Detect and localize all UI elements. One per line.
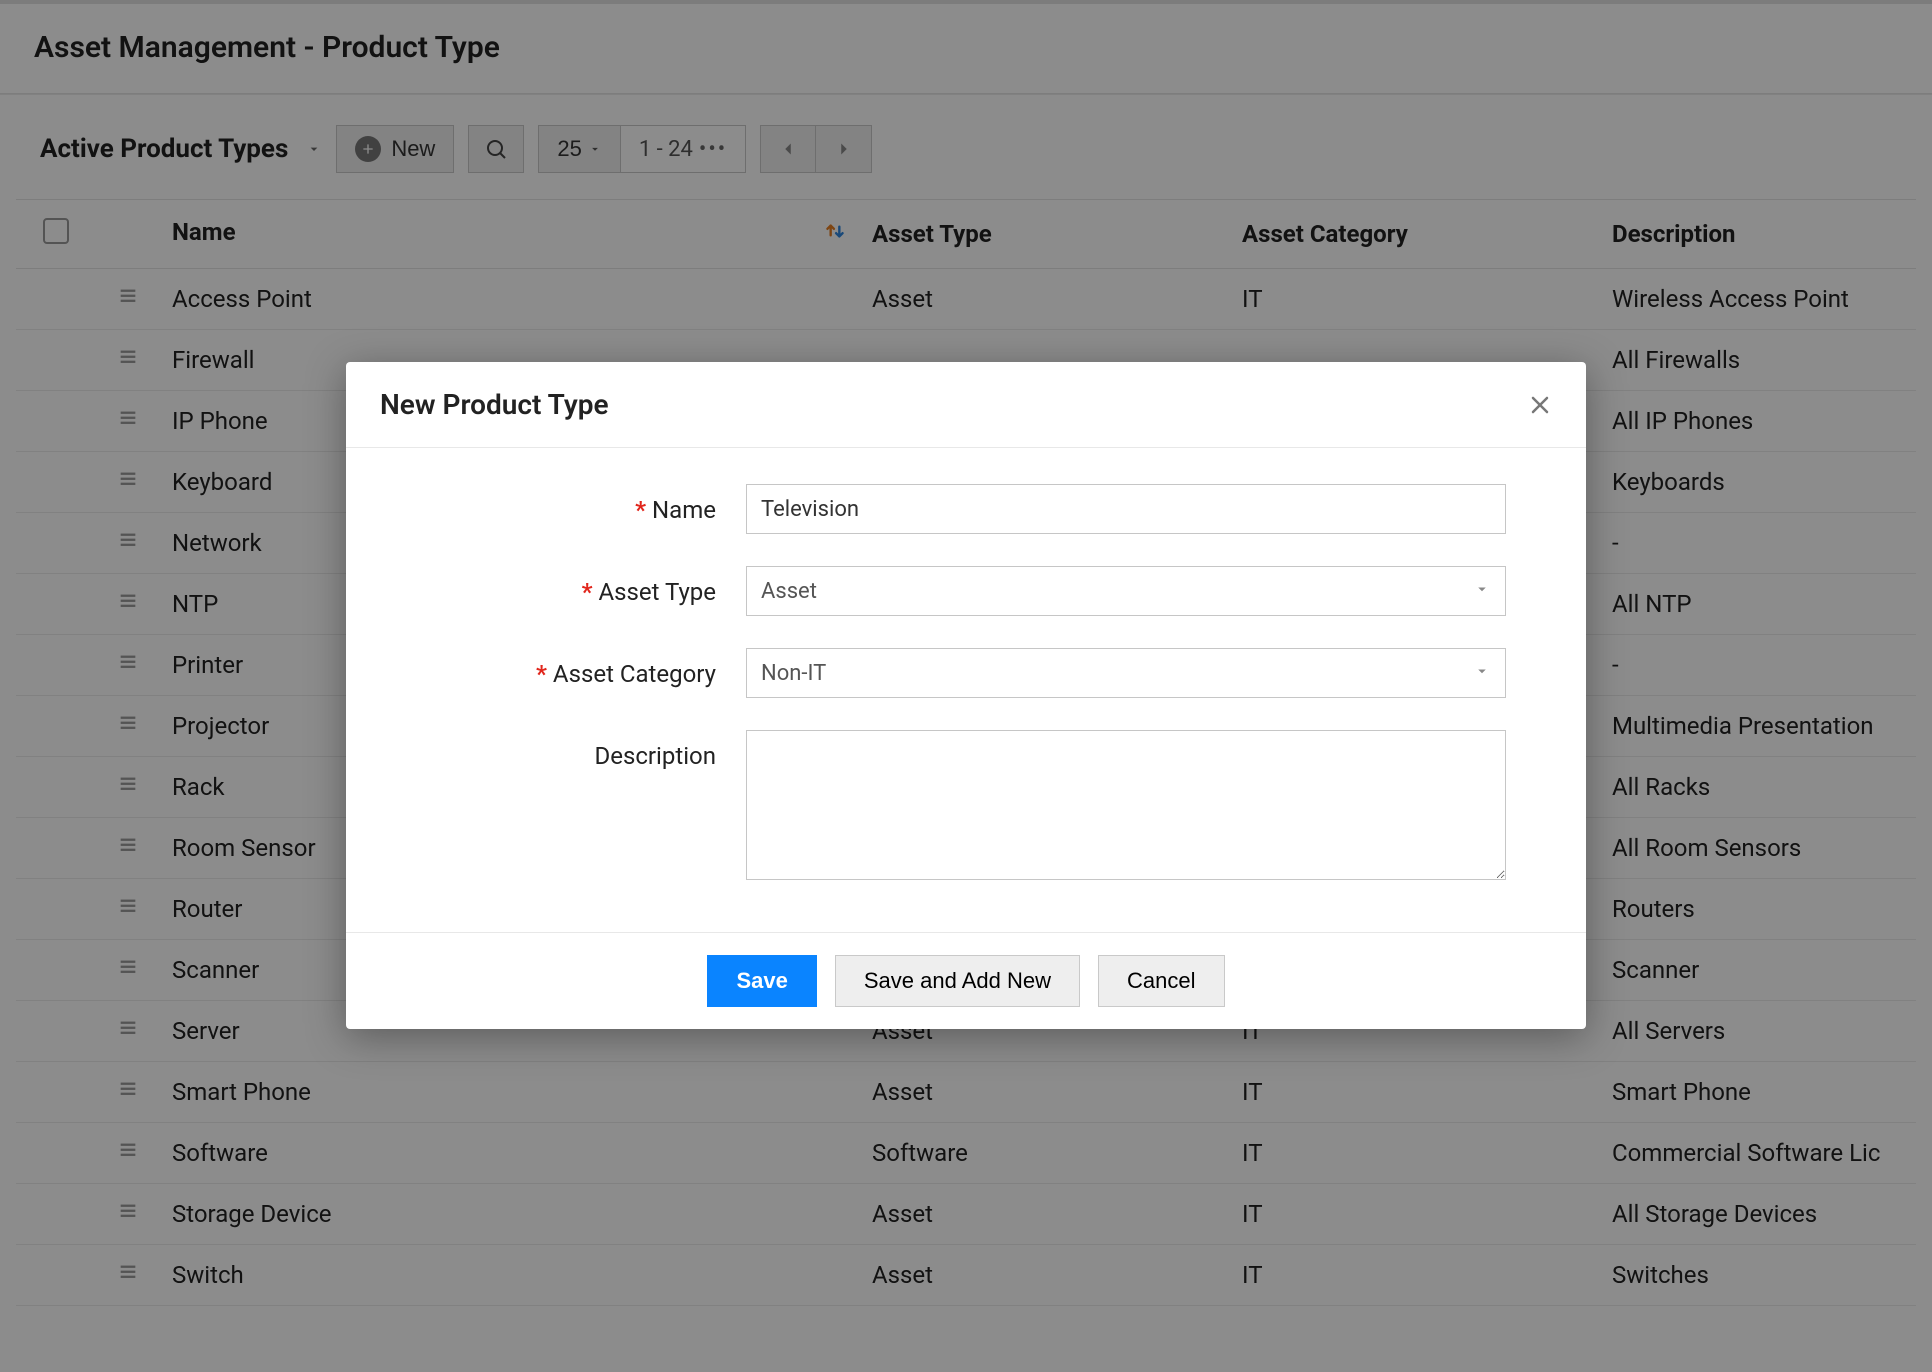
description-textarea[interactable] xyxy=(746,730,1506,880)
save-and-add-new-button[interactable]: Save and Add New xyxy=(835,955,1080,1007)
new-product-type-modal: New Product Type *Name *Asset Type Asset xyxy=(346,362,1586,1029)
asset-category-value: Non-IT xyxy=(761,661,826,686)
label-asset-type: Asset Type xyxy=(598,578,716,606)
cancel-button[interactable]: Cancel xyxy=(1098,955,1224,1007)
caret-down-icon xyxy=(1473,661,1491,686)
close-button[interactable] xyxy=(1528,393,1552,417)
name-input[interactable] xyxy=(746,484,1506,534)
label-description: Description xyxy=(595,742,717,770)
caret-down-icon xyxy=(1473,579,1491,604)
modal-title: New Product Type xyxy=(380,388,609,421)
label-asset-category: Asset Category xyxy=(553,660,716,688)
asset-type-value: Asset xyxy=(761,579,817,604)
label-name: Name xyxy=(652,496,716,524)
asset-category-select[interactable]: Non-IT xyxy=(746,648,1506,698)
asset-type-select[interactable]: Asset xyxy=(746,566,1506,616)
save-button[interactable]: Save xyxy=(707,955,816,1007)
close-icon xyxy=(1528,393,1552,417)
